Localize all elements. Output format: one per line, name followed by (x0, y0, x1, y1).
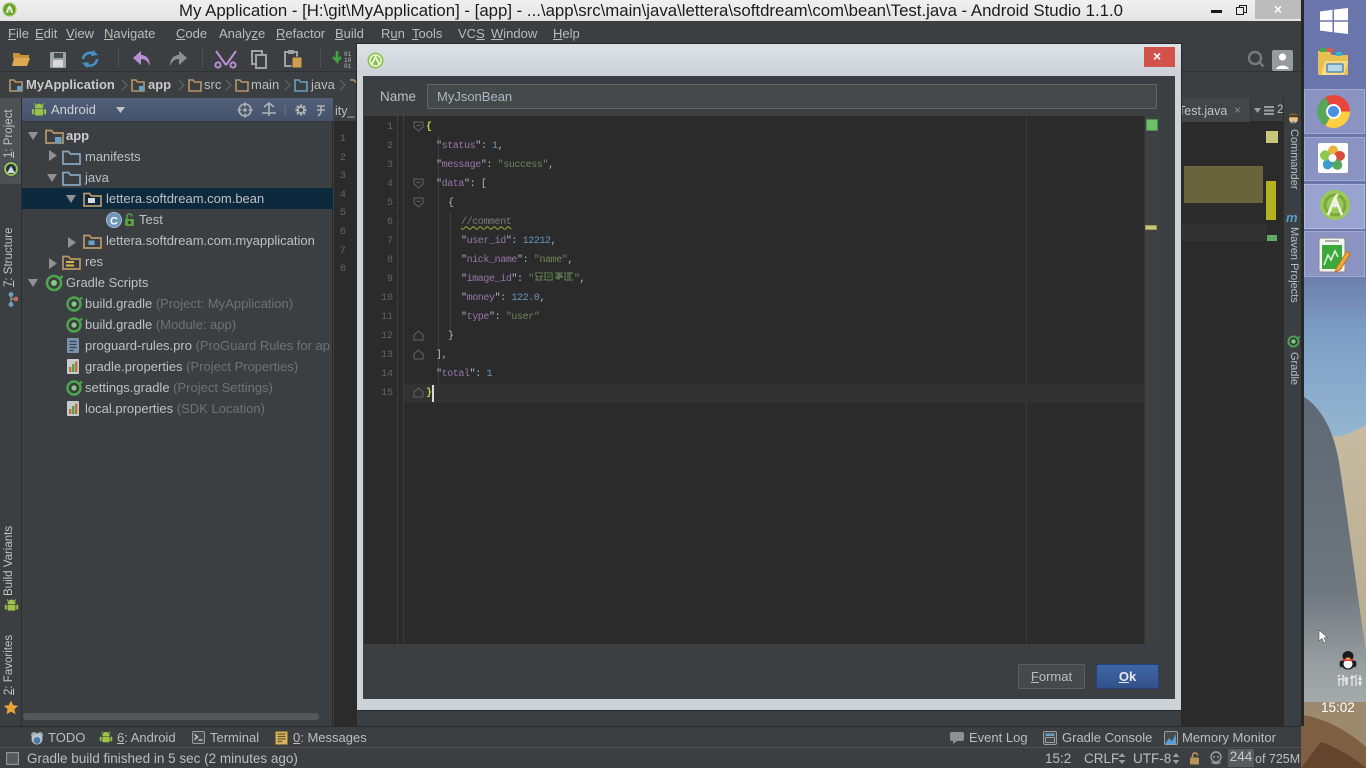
svg-text:01: 01 (344, 63, 352, 69)
svg-text:C: C (110, 216, 118, 228)
